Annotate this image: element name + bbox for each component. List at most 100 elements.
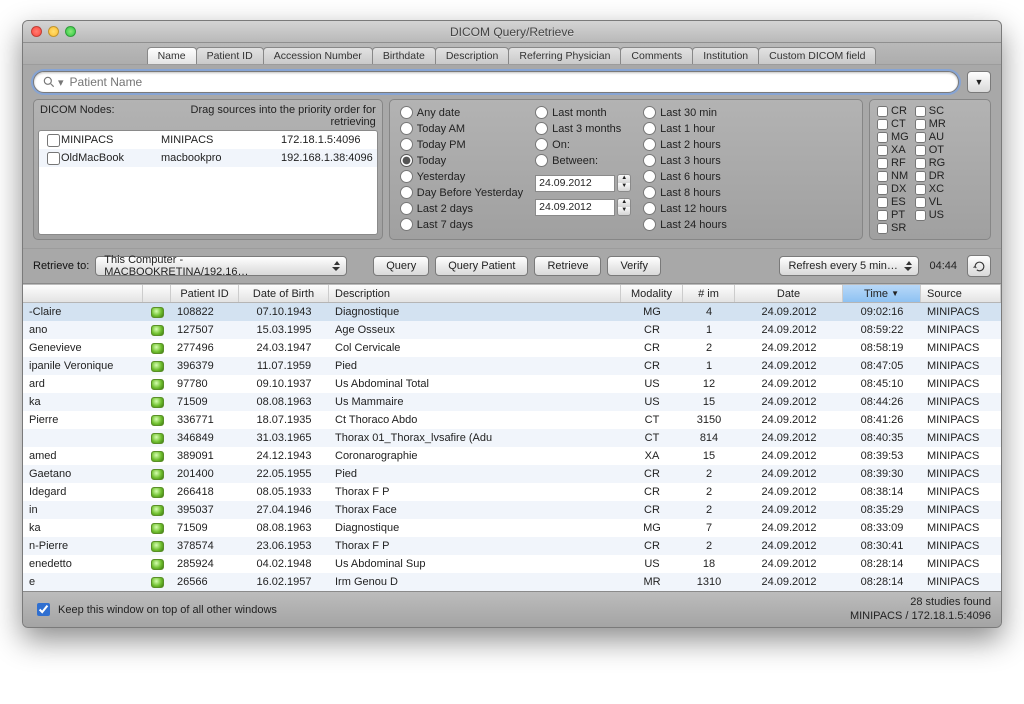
modality-checkbox[interactable] — [877, 132, 888, 143]
date-filter-option[interactable]: Last 3 months — [535, 122, 631, 135]
modality-option-sc[interactable]: SC — [915, 105, 946, 117]
date-filter-radio[interactable] — [643, 202, 656, 215]
table-row[interactable]: enedetto28592404.02.1948Us Abdominal Sup… — [23, 555, 1001, 573]
modality-option-pt[interactable]: PT — [877, 209, 909, 221]
tab-comments[interactable]: Comments — [620, 47, 693, 64]
modality-option-ct[interactable]: CT — [877, 118, 909, 130]
column-header[interactable]: Date — [735, 285, 843, 302]
table-row[interactable]: ipanile Veronique39637911.07.1959PiedCR1… — [23, 357, 1001, 375]
modality-checkbox[interactable] — [877, 171, 888, 182]
table-row[interactable]: 34684931.03.1965Thorax 01_Thorax_lvsafir… — [23, 429, 1001, 447]
column-header[interactable]: Modality — [621, 285, 683, 302]
modality-option-mr[interactable]: MR — [915, 118, 946, 130]
column-header[interactable] — [143, 285, 171, 302]
modality-option-dr[interactable]: DR — [915, 170, 946, 182]
table-row[interactable]: ka7150908.08.1963DiagnostiqueMG724.09.20… — [23, 519, 1001, 537]
column-header[interactable]: Patient ID — [171, 285, 239, 302]
modality-checkbox[interactable] — [915, 106, 926, 117]
search-options-button[interactable]: ▼ — [967, 71, 991, 93]
modality-checkbox[interactable] — [877, 223, 888, 234]
modality-option-rg[interactable]: RG — [915, 157, 946, 169]
modality-option-dx[interactable]: DX — [877, 183, 909, 195]
verify-button[interactable]: Verify — [607, 256, 661, 276]
modality-checkbox[interactable] — [877, 158, 888, 169]
tab-referring-physician[interactable]: Referring Physician — [508, 47, 621, 64]
date-filter-option[interactable]: Last 8 hours — [643, 186, 727, 199]
query-button[interactable]: Query — [373, 256, 429, 276]
table-row[interactable]: amed38909124.12.1943CoronarographieXA152… — [23, 447, 1001, 465]
modality-checkbox[interactable] — [915, 132, 926, 143]
date-filter-option[interactable]: Last 2 days — [400, 202, 523, 215]
date-filter-radio[interactable] — [535, 106, 548, 119]
modality-option-mg[interactable]: MG — [877, 131, 909, 143]
date-filter-radio[interactable] — [535, 154, 548, 167]
date-filter-radio[interactable] — [400, 202, 413, 215]
modality-option-cr[interactable]: CR — [877, 105, 909, 117]
date-filter-radio[interactable] — [400, 170, 413, 183]
modality-checkbox[interactable] — [877, 119, 888, 130]
modality-option-vl[interactable]: VL — [915, 196, 946, 208]
column-header[interactable] — [23, 285, 143, 302]
date-filter-radio[interactable] — [400, 138, 413, 151]
date-filter-radio[interactable] — [643, 186, 656, 199]
date-filter-option[interactable]: Yesterday — [400, 170, 523, 183]
column-header[interactable]: Time▼ — [843, 285, 921, 302]
column-header[interactable]: # im — [683, 285, 735, 302]
table-row[interactable]: ka7150908.08.1963Us MammaireUS1524.09.20… — [23, 393, 1001, 411]
date-to-input[interactable] — [535, 199, 615, 216]
modality-checkbox[interactable] — [877, 184, 888, 195]
date-filter-radio[interactable] — [643, 122, 656, 135]
date-filter-option[interactable]: On: — [535, 138, 631, 151]
date-filter-radio[interactable] — [643, 154, 656, 167]
table-row[interactable]: -Claire10882207.10.1943DiagnostiqueMG424… — [23, 303, 1001, 321]
date-filter-option[interactable]: Last 12 hours — [643, 202, 727, 215]
date-filter-option[interactable]: Day Before Yesterday — [400, 186, 523, 199]
modality-option-us[interactable]: US — [915, 209, 946, 221]
table-row[interactable]: Gaetano20140022.05.1955PiedCR224.09.2012… — [23, 465, 1001, 483]
dicom-nodes-list[interactable]: MINIPACSMINIPACS172.18.1.5:4096OldMacBoo… — [38, 130, 378, 235]
date-filter-radio[interactable] — [400, 154, 413, 167]
retrieve-destination-combo[interactable]: This Computer - MACBOOKRETINA/192.16… — [95, 256, 347, 276]
date-filter-option[interactable]: Today — [400, 154, 523, 167]
modality-checkbox[interactable] — [915, 145, 926, 156]
modality-checkbox[interactable] — [877, 197, 888, 208]
modality-option-sr[interactable]: SR — [877, 222, 909, 234]
retrieve-button[interactable]: Retrieve — [534, 256, 601, 276]
date-filter-radio[interactable] — [643, 138, 656, 151]
tab-name[interactable]: Name — [147, 47, 197, 64]
search-dropdown-icon[interactable]: ▾ — [56, 76, 66, 89]
table-row[interactable]: ano12750715.03.1995Age OsseuxCR124.09.20… — [23, 321, 1001, 339]
date-filter-radio[interactable] — [643, 170, 656, 183]
date-filter-option[interactable]: Any date — [400, 106, 523, 119]
dicom-node-row[interactable]: OldMacBookmacbookpro192.168.1.38:4096 — [39, 149, 377, 167]
modality-option-au[interactable]: AU — [915, 131, 946, 143]
tab-institution[interactable]: Institution — [692, 47, 759, 64]
date-filter-radio[interactable] — [643, 218, 656, 231]
table-row[interactable]: Idegard26641808.05.1933Thorax F PCR224.0… — [23, 483, 1001, 501]
modality-checkbox[interactable] — [915, 158, 926, 169]
date-filter-option[interactable]: Last month — [535, 106, 631, 119]
node-enable-checkbox[interactable] — [47, 134, 60, 147]
date-filter-radio[interactable] — [400, 106, 413, 119]
modality-checkbox[interactable] — [877, 145, 888, 156]
date-filter-option[interactable]: Last 1 hour — [643, 122, 727, 135]
table-row[interactable]: n-Pierre37857423.06.1953Thorax F PCR224.… — [23, 537, 1001, 555]
refresh-now-button[interactable] — [967, 255, 991, 277]
column-header[interactable]: Source — [921, 285, 1001, 302]
date-stepper[interactable]: ▲▼ — [617, 174, 631, 192]
date-stepper[interactable]: ▲▼ — [617, 198, 631, 216]
modality-checkbox[interactable] — [915, 171, 926, 182]
date-filter-radio[interactable] — [643, 106, 656, 119]
table-row[interactable]: Genevieve27749624.03.1947Col CervicaleCR… — [23, 339, 1001, 357]
table-row[interactable]: in39503727.04.1946Thorax FaceCR224.09.20… — [23, 501, 1001, 519]
table-row[interactable]: ard9778009.10.1937Us Abdominal TotalUS12… — [23, 375, 1001, 393]
table-row[interactable]: Pierre33677118.07.1935Ct Thoraco AbdoCT3… — [23, 411, 1001, 429]
date-from-input[interactable] — [535, 175, 615, 192]
keep-on-top-input[interactable] — [37, 603, 50, 616]
column-header[interactable]: Description — [329, 285, 621, 302]
table-header[interactable]: Patient IDDate of BirthDescriptionModali… — [23, 285, 1001, 303]
tab-description[interactable]: Description — [435, 47, 510, 64]
modality-option-xc[interactable]: XC — [915, 183, 946, 195]
modality-checkbox[interactable] — [915, 197, 926, 208]
modality-checkbox[interactable] — [915, 184, 926, 195]
